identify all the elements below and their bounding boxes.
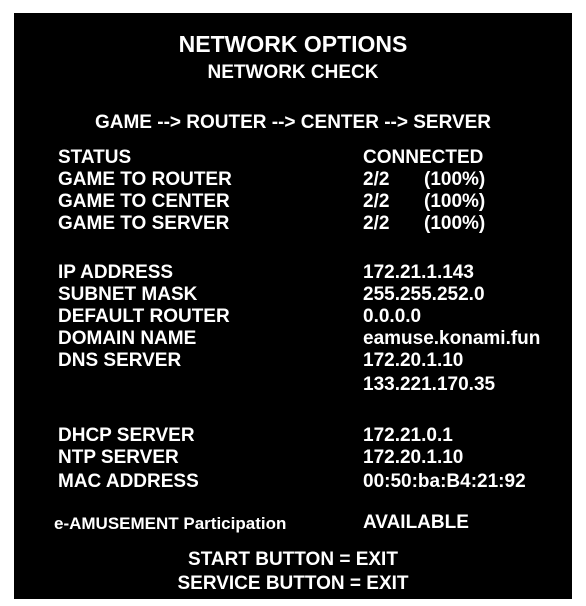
service-button-hint: SERVICE BUTTON = EXIT xyxy=(177,573,409,594)
test-label-router: GAME TO ROUTER xyxy=(58,169,232,190)
page-title: NETWORK OPTIONS xyxy=(178,31,408,57)
domain-name-value: eamuse.konami.fun xyxy=(363,328,541,349)
mac-address-value: 00:50:ba:B4:21:92 xyxy=(363,471,526,492)
test-count-center: 2/2 xyxy=(363,191,390,212)
subnet-mask-value: 255.255.252.0 xyxy=(363,284,485,305)
test-percent-server: (100%) xyxy=(424,213,486,234)
mac-address-label: MAC ADDRESS xyxy=(58,471,199,492)
route-path: GAME --> ROUTER --> CENTER --> SERVER xyxy=(94,112,492,133)
default-router-label: DEFAULT ROUTER xyxy=(58,306,230,327)
ntp-server-label: NTP SERVER xyxy=(58,447,179,468)
ip-address-value: 172.21.1.143 xyxy=(363,262,474,283)
network-options-screen: NETWORK OPTIONS NETWORK CHECK GAME --> R… xyxy=(14,13,572,599)
test-label-center: GAME TO CENTER xyxy=(58,191,230,212)
dhcp-server-label: DHCP SERVER xyxy=(58,425,195,446)
test-count-server: 2/2 xyxy=(363,213,390,234)
dns-server-secondary-value: 133.221.170.35 xyxy=(363,374,496,395)
dhcp-server-value: 172.21.0.1 xyxy=(363,425,453,446)
test-percent-center: (100%) xyxy=(424,191,486,212)
participation-value: AVAILABLE xyxy=(363,512,469,533)
status-label: STATUS xyxy=(58,147,132,168)
ip-address-label: IP ADDRESS xyxy=(58,262,174,283)
test-count-router: 2/2 xyxy=(363,169,390,190)
domain-name-label: DOMAIN NAME xyxy=(58,328,197,349)
ntp-server-value: 172.20.1.10 xyxy=(363,447,464,468)
default-router-value: 0.0.0.0 xyxy=(363,306,422,327)
dns-server-label: DNS SERVER xyxy=(58,350,182,371)
status-value: CONNECTED xyxy=(363,147,484,168)
test-percent-router: (100%) xyxy=(424,169,486,190)
start-button-hint: START BUTTON = EXIT xyxy=(188,549,398,570)
test-label-server: GAME TO SERVER xyxy=(58,213,230,234)
subnet-mask-label: SUBNET MASK xyxy=(58,284,198,305)
dns-server-value: 172.20.1.10 xyxy=(363,350,464,371)
participation-label: e-AMUSEMENT Participation xyxy=(54,514,287,533)
page-subtitle: NETWORK CHECK xyxy=(207,62,379,83)
